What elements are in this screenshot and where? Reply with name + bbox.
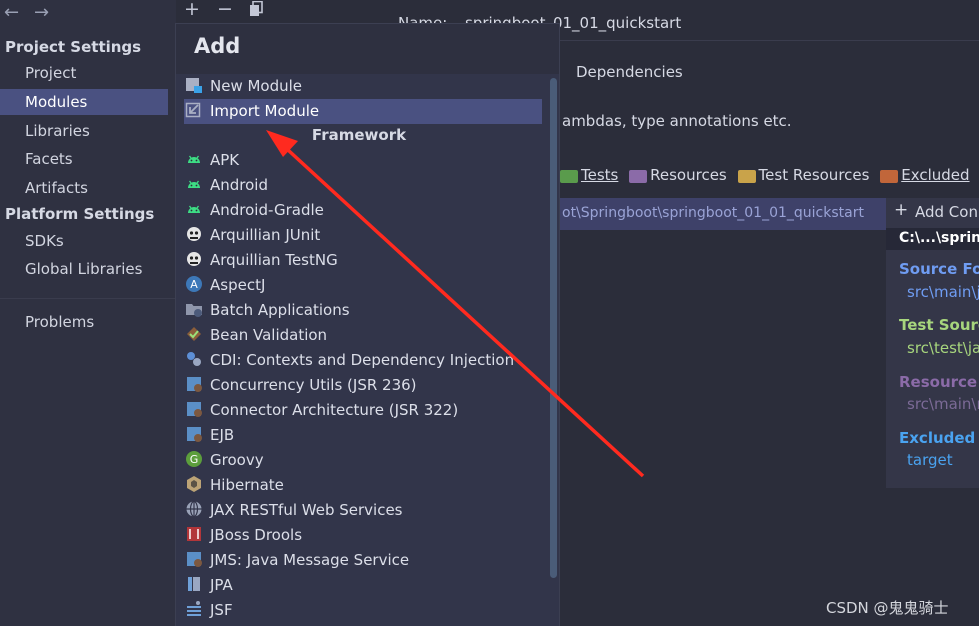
annotation-arrow [266, 130, 645, 478]
watermark: CSDN @鬼鬼骑士 [826, 599, 949, 617]
